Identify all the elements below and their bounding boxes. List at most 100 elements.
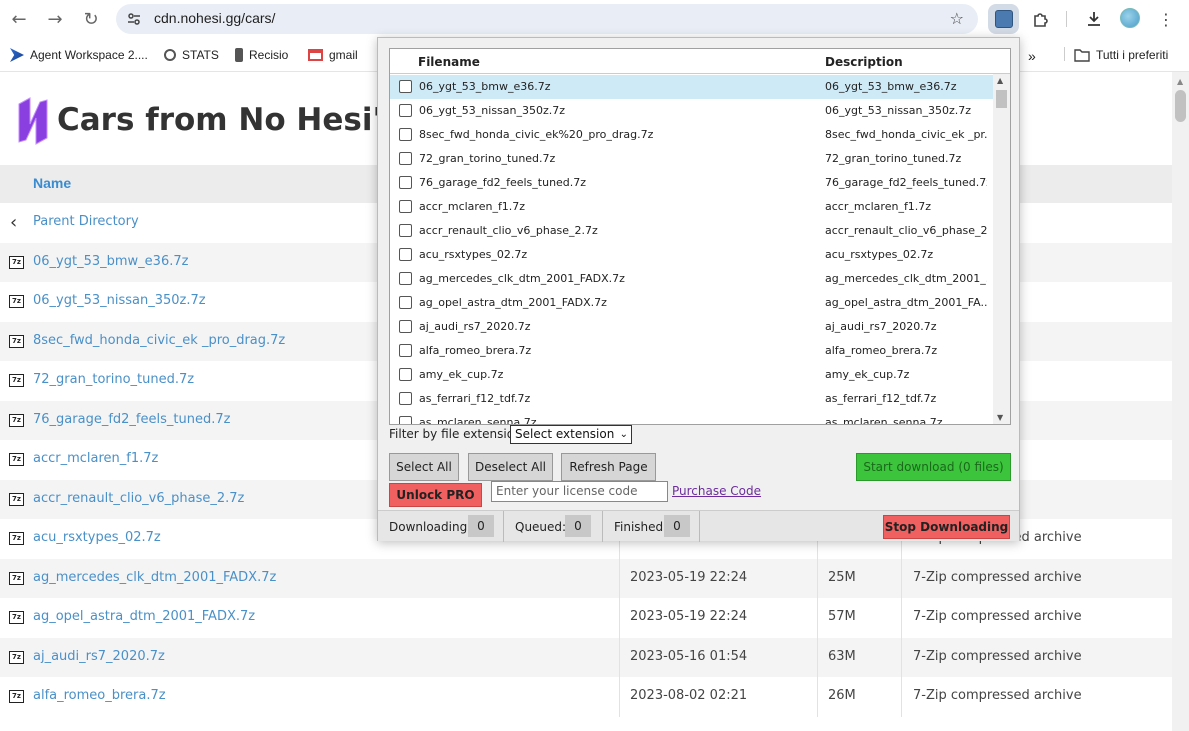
- file-name: 06_ygt_53_bmw_e36.7z: [419, 80, 551, 93]
- file-name: accr_renault_clio_v6_phase_2.7z: [419, 224, 598, 237]
- stats-icon: [164, 49, 176, 61]
- column-divider: [619, 677, 620, 717]
- file-link[interactable]: 06_ygt_53_bmw_e36.7z: [33, 254, 188, 269]
- bookmark-agent-workspace[interactable]: Agent Workspace 2....: [10, 48, 148, 62]
- all-bookmarks-button[interactable]: Tutti i preferiti: [1074, 48, 1168, 62]
- file-link[interactable]: ag_opel_astra_dtm_2001_FADX.7z: [33, 609, 255, 624]
- table-row: 7z alfa_romeo_brera.7z 2023-08-02 02:21 26M…: [0, 677, 1172, 717]
- downloader-extension-icon[interactable]: [988, 4, 1019, 34]
- file-link[interactable]: acu_rsxtypes_02.7z: [33, 530, 161, 545]
- file-list-row[interactable]: 76_garage_fd2_feels_tuned.7z 76_garage_fd…: [390, 171, 993, 195]
- file-checkbox[interactable]: [399, 152, 412, 165]
- file-list-row[interactable]: aj_audi_rs7_2020.7z aj_audi_rs7_2020.7z: [390, 315, 993, 339]
- scroll-down-icon[interactable]: ▼: [997, 413, 1003, 422]
- bookmarks-overflow-button[interactable]: »: [1028, 48, 1036, 64]
- file-checkbox[interactable]: [399, 176, 412, 189]
- file-list-row[interactable]: ag_mercedes_clk_dtm_2001_FADX.7z ag_merce…: [390, 267, 993, 291]
- deselect-all-button[interactable]: Deselect All: [468, 453, 553, 481]
- chevron-down-icon: ⌄: [619, 429, 628, 440]
- column-divider: [901, 637, 902, 677]
- file-checkbox[interactable]: [399, 368, 412, 381]
- file-list-row[interactable]: 72_gran_torino_tuned.7z 72_gran_torino_tu…: [390, 147, 993, 171]
- file-checkbox[interactable]: [399, 104, 412, 117]
- file-list-row[interactable]: 06_ygt_53_bmw_e36.7z 06_ygt_53_bmw_e36.7z: [390, 75, 993, 99]
- downloads-icon[interactable]: [1084, 9, 1104, 29]
- file-link[interactable]: alfa_romeo_brera.7z: [33, 688, 166, 703]
- file-list-row[interactable]: alfa_romeo_brera.7z alfa_romeo_brera.7z: [390, 339, 993, 363]
- file-name: 76_garage_fd2_feels_tuned.7z: [419, 176, 587, 189]
- page-scrollbar[interactable]: ▲: [1172, 72, 1189, 731]
- download-status-bar: Downloading: 0 Queued: 0 Finished: 0 Sto…: [378, 510, 1019, 542]
- file-list-row[interactable]: accr_mclaren_f1.7z accr_mclaren_f1.7z: [390, 195, 993, 219]
- parent-directory-link[interactable]: Parent Directory: [33, 214, 139, 229]
- select-all-button[interactable]: Select All: [389, 453, 459, 481]
- table-row: 7z aj_audi_rs7_2020.7z 2023-05-16 01:54 63M…: [0, 637, 1172, 677]
- profile-avatar[interactable]: [1120, 8, 1140, 28]
- purchase-code-link[interactable]: Purchase Code: [672, 484, 761, 498]
- file-table-scrollbar[interactable]: ▲ ▼: [993, 74, 1010, 424]
- scroll-up-icon[interactable]: ▲: [1177, 77, 1183, 86]
- extensions-puzzle-icon[interactable]: [1031, 9, 1051, 29]
- column-divider: [817, 558, 818, 598]
- file-checkbox[interactable]: [399, 344, 412, 357]
- url-text[interactable]: cdn.nohesi.gg/cars/: [154, 10, 275, 26]
- column-divider: [619, 637, 620, 677]
- file-list-row[interactable]: amy_ek_cup.7z amy_ek_cup.7z: [390, 363, 993, 387]
- file-link[interactable]: accr_renault_clio_v6_phase_2.7z: [33, 491, 244, 506]
- bookmark-gmail[interactable]: gmail: [308, 48, 358, 62]
- column-divider: [901, 558, 902, 598]
- column-header-description: Description: [825, 55, 903, 69]
- file-list-row[interactable]: accr_renault_clio_v6_phase_2.7z accr_rena…: [390, 219, 993, 243]
- archive-7z-icon: 7z: [9, 650, 24, 664]
- file-link[interactable]: ag_mercedes_clk_dtm_2001_FADX.7z: [33, 570, 276, 585]
- file-list-row[interactable]: as_ferrari_f12_tdf.7z as_ferrari_f12_tdf.…: [390, 387, 993, 411]
- file-link[interactable]: aj_audi_rs7_2020.7z: [33, 649, 165, 664]
- scroll-thumb[interactable]: [1175, 90, 1186, 122]
- file-checkbox[interactable]: [399, 200, 412, 213]
- file-list-row[interactable]: 06_ygt_53_nissan_350z.7z 06_ygt_53_nissan…: [390, 99, 993, 123]
- license-code-input[interactable]: Enter your license code: [491, 481, 668, 502]
- file-checkbox[interactable]: [399, 392, 412, 405]
- start-download-button[interactable]: Start download (0 files): [856, 453, 1011, 481]
- column-header-name[interactable]: Name: [33, 175, 71, 191]
- file-checkbox[interactable]: [399, 128, 412, 141]
- file-list-row[interactable]: ag_opel_astra_dtm_2001_FADX.7z ag_opel_as…: [390, 291, 993, 315]
- file-checkbox[interactable]: [399, 224, 412, 237]
- forward-icon[interactable]: →: [44, 8, 66, 30]
- file-link[interactable]: 76_garage_fd2_feels_tuned.7z: [33, 412, 230, 427]
- file-list-row[interactable]: acu_rsxtypes_02.7z acu_rsxtypes_02.7z: [390, 243, 993, 267]
- back-icon[interactable]: ←: [8, 8, 30, 30]
- file-checkbox[interactable]: [399, 416, 412, 424]
- file-description: acu_rsxtypes_02.7z: [825, 248, 934, 261]
- file-checkbox[interactable]: [399, 296, 412, 309]
- archive-7z-icon: 7z: [9, 611, 24, 624]
- stop-downloading-button[interactable]: Stop Downloading: [883, 515, 1010, 539]
- scroll-thumb[interactable]: [996, 90, 1007, 108]
- file-checkbox[interactable]: [399, 80, 412, 93]
- file-description: accr_mclaren_f1.7z: [825, 200, 932, 213]
- archive-7z-icon: 7z: [9, 255, 24, 269]
- site-settings-icon[interactable]: [126, 11, 142, 27]
- extension-filter-select[interactable]: Select extension ⌄: [510, 425, 632, 444]
- file-link[interactable]: 06_ygt_53_nissan_350z.7z: [33, 293, 206, 308]
- scroll-up-icon[interactable]: ▲: [997, 76, 1003, 85]
- file-size: 26M: [828, 688, 856, 703]
- file-list-row[interactable]: as_mclaren_senna.7z as_mclaren_senna.7z: [390, 411, 993, 424]
- file-link[interactable]: 72_gran_torino_tuned.7z: [33, 372, 194, 387]
- file-checkbox[interactable]: [399, 272, 412, 285]
- file-list-row[interactable]: 8sec_fwd_honda_civic_ek%20_pro_drag.7z 8s…: [390, 123, 993, 147]
- menu-kebab-icon[interactable]: ⋮: [1156, 9, 1176, 29]
- bookmark-recisio[interactable]: Recisio: [235, 48, 288, 62]
- file-link[interactable]: accr_mclaren_f1.7z: [33, 451, 158, 466]
- status-divider: [602, 511, 603, 542]
- address-bar[interactable]: cdn.nohesi.gg/cars/ ☆: [116, 4, 978, 34]
- bookmark-star-icon[interactable]: ☆: [950, 9, 964, 28]
- refresh-page-button[interactable]: Refresh Page: [561, 453, 656, 481]
- unlock-pro-button[interactable]: Unlock PRO: [389, 483, 482, 507]
- status-divider: [503, 511, 504, 542]
- file-link[interactable]: 8sec_fwd_honda_civic_ek _pro_drag.7z: [33, 333, 285, 348]
- bookmark-stats[interactable]: STATS: [164, 48, 219, 62]
- file-checkbox[interactable]: [399, 248, 412, 261]
- file-checkbox[interactable]: [399, 320, 412, 333]
- reload-icon[interactable]: ↻: [80, 8, 102, 30]
